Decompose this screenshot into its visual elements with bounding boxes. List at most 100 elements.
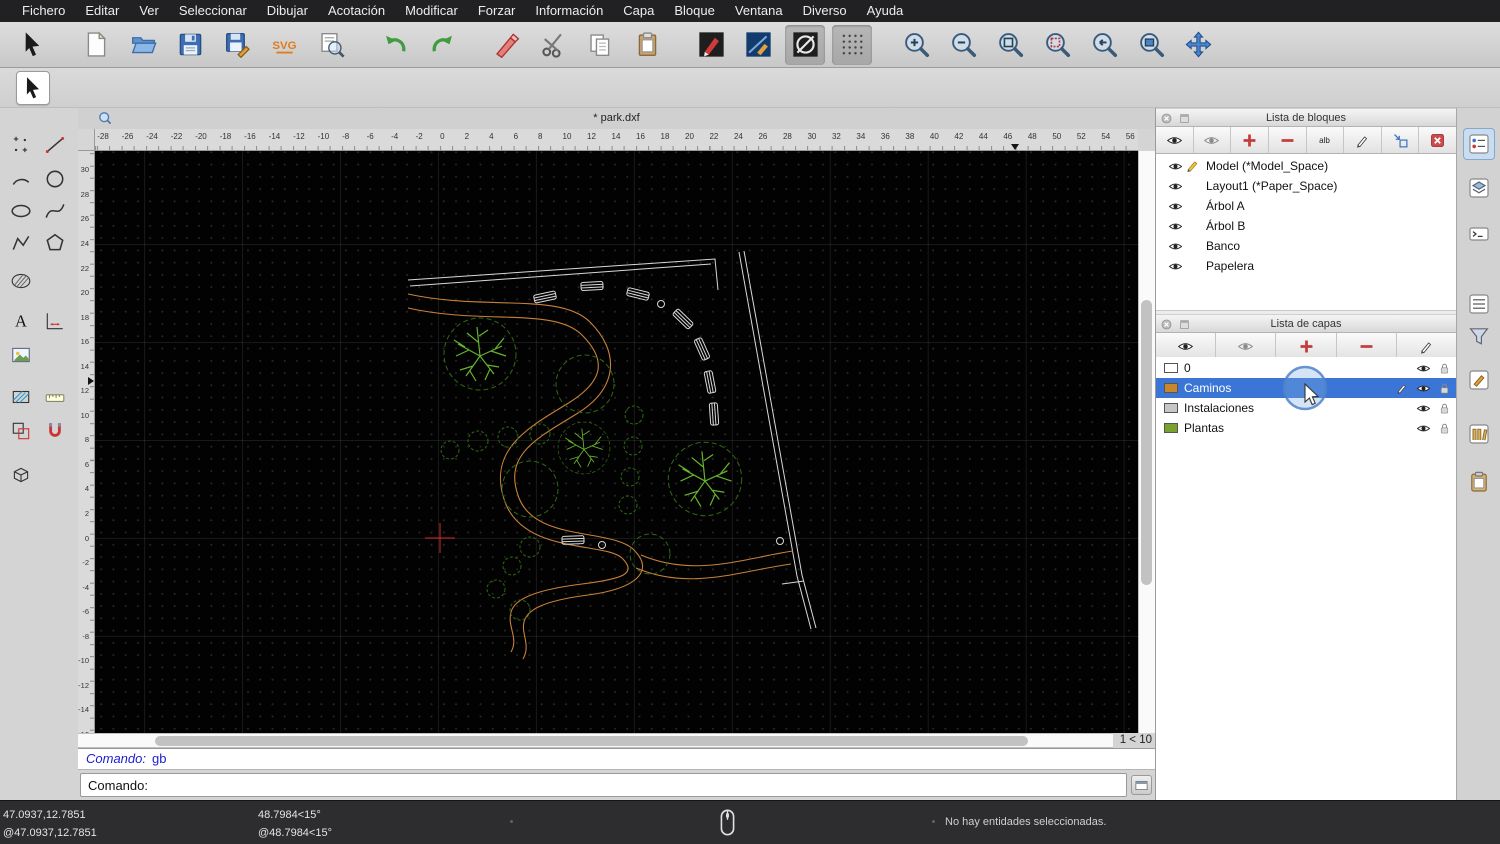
menu-diverso[interactable]: Diverso	[793, 0, 857, 22]
zoom-selection-button[interactable]	[1037, 25, 1077, 65]
property-list-panel-toggle-button[interactable]	[1463, 288, 1495, 320]
insert-block-button[interactable]	[1382, 127, 1420, 153]
vertical-scrollbar-thumb[interactable]	[1141, 300, 1152, 585]
remove-layer-button[interactable]	[1337, 333, 1397, 359]
menu-seleccionar[interactable]: Seleccionar	[169, 0, 257, 22]
clipboard-panel-toggle-button[interactable]	[1463, 466, 1495, 498]
edit-layer-button[interactable]	[1397, 333, 1456, 359]
layer-lock-icon[interactable]	[1438, 422, 1451, 435]
layer-panel-close-icon[interactable]	[1160, 318, 1173, 337]
horizontal-scrollbar[interactable]	[78, 733, 1113, 748]
menu-ver[interactable]: Ver	[129, 0, 169, 22]
pen-attributes-button[interactable]	[691, 25, 731, 65]
paste-button[interactable]	[627, 25, 667, 65]
layer-panel-detach-icon[interactable]	[1178, 318, 1191, 337]
grid-toggle-button[interactable]	[832, 24, 872, 65]
pen-settings-panel-toggle-button[interactable]	[1463, 364, 1495, 396]
menu-informacin[interactable]: Información	[525, 0, 613, 22]
remove-block-button[interactable]	[1269, 127, 1307, 153]
export-svg-button[interactable]: SVG	[264, 25, 304, 65]
layer-edit-pen-icon[interactable]	[1395, 381, 1409, 395]
image-tool-button[interactable]	[5, 340, 37, 370]
arc-tool-button[interactable]	[5, 164, 37, 194]
polygon-tool-button[interactable]	[39, 228, 71, 258]
menu-dibujar[interactable]: Dibujar	[257, 0, 318, 22]
menu-ventana[interactable]: Ventana	[725, 0, 793, 22]
layer-color-swatch[interactable]	[1164, 423, 1178, 433]
hide-all-blocks-button[interactable]	[1194, 127, 1232, 153]
block-list-panel-toggle-button[interactable]	[1463, 128, 1495, 160]
layer-visibility-eye-icon[interactable]	[1416, 361, 1431, 376]
hide-all-layers-button[interactable]	[1216, 333, 1277, 359]
delete-entities-button[interactable]	[486, 25, 526, 65]
text-tool-button[interactable]: A	[5, 306, 37, 336]
layer-lock-icon[interactable]	[1438, 382, 1451, 395]
layer-color-swatch[interactable]	[1164, 363, 1178, 373]
layer-lock-icon[interactable]	[1438, 362, 1451, 375]
block-visibility-eye-icon[interactable]	[1168, 219, 1186, 234]
line-tool-button[interactable]	[39, 130, 71, 160]
layer-list-panel-toggle-button[interactable]	[1463, 172, 1495, 204]
fill-tool-button[interactable]	[5, 382, 37, 412]
layer-visibility-eye-icon[interactable]	[1416, 421, 1431, 436]
layer-row-plantas[interactable]: Plantas	[1156, 418, 1456, 438]
dimension-tool-button[interactable]	[39, 306, 71, 336]
edit-block-button[interactable]	[1344, 127, 1382, 153]
zoom-window-button[interactable]	[1131, 25, 1171, 65]
add-layer-button[interactable]	[1276, 333, 1337, 359]
horizontal-scrollbar-thumb[interactable]	[155, 736, 1028, 746]
layer-lock-icon[interactable]	[1438, 402, 1451, 415]
block-panel-close-icon[interactable]	[1160, 112, 1173, 131]
entity-attributes-button[interactable]	[785, 24, 825, 65]
rename-block-button[interactable]: alb	[1307, 127, 1345, 153]
block-row[interactable]: Árbol B	[1156, 216, 1456, 236]
layer-color-swatch[interactable]	[1164, 403, 1178, 413]
menu-capa[interactable]: Capa	[613, 0, 664, 22]
save-file-button[interactable]	[170, 25, 210, 65]
block-row[interactable]: Model (*Model_Space)	[1156, 156, 1456, 176]
cut-button[interactable]	[533, 25, 573, 65]
new-document-button[interactable]	[76, 25, 116, 65]
block-row[interactable]: Layout1 (*Paper_Space)	[1156, 176, 1456, 196]
line-attributes-button[interactable]	[738, 25, 778, 65]
drawing-canvas[interactable]	[95, 151, 1138, 733]
command-widget-toggle-button[interactable]	[1131, 775, 1152, 795]
redo-button[interactable]	[422, 25, 462, 65]
layer-color-swatch[interactable]	[1164, 383, 1178, 393]
add-block-button[interactable]	[1231, 127, 1269, 153]
zoom-out-button[interactable]	[943, 25, 983, 65]
layer-visibility-eye-icon[interactable]	[1416, 401, 1431, 416]
layer-row-0[interactable]: 0	[1156, 358, 1456, 378]
library-browser-panel-toggle-button[interactable]	[1463, 418, 1495, 450]
snap-tool-button[interactable]	[39, 416, 71, 446]
command-input[interactable]	[153, 777, 1126, 793]
menu-bloque[interactable]: Bloque	[664, 0, 724, 22]
menu-editar[interactable]: Editar	[75, 0, 129, 22]
command-line-panel-toggle-button[interactable]	[1463, 218, 1495, 250]
block-row[interactable]: Árbol A	[1156, 196, 1456, 216]
layer-visibility-eye-icon[interactable]	[1416, 381, 1431, 396]
copy-button[interactable]	[580, 25, 620, 65]
block-visibility-eye-icon[interactable]	[1168, 199, 1186, 214]
measure-tool-button[interactable]	[39, 382, 71, 412]
print-preview-button[interactable]	[311, 25, 351, 65]
previous-view-button[interactable]	[1084, 25, 1124, 65]
menu-fichero[interactable]: Fichero	[12, 0, 75, 22]
polyline-tool-button[interactable]	[5, 228, 37, 258]
selection-pointer-button[interactable]	[12, 25, 52, 65]
spline-tool-button[interactable]	[39, 196, 71, 226]
pan-zoom-button[interactable]	[1178, 25, 1218, 65]
block-visibility-eye-icon[interactable]	[1168, 259, 1186, 274]
points-tool-button[interactable]	[5, 130, 37, 160]
command-input-box[interactable]: Comando:	[80, 773, 1127, 797]
active-selection-tool-button[interactable]	[16, 71, 50, 105]
auto-zoom-button[interactable]	[990, 25, 1030, 65]
circle-tool-button[interactable]	[39, 164, 71, 194]
block-visibility-eye-icon[interactable]	[1168, 239, 1186, 254]
vertical-scrollbar[interactable]	[1138, 151, 1155, 733]
isometric-tool-button[interactable]	[5, 460, 37, 490]
menu-acotacin[interactable]: Acotación	[318, 0, 395, 22]
undo-button[interactable]	[375, 25, 415, 65]
open-file-button[interactable]	[123, 25, 163, 65]
layer-row-caminos[interactable]: Caminos	[1156, 378, 1456, 398]
